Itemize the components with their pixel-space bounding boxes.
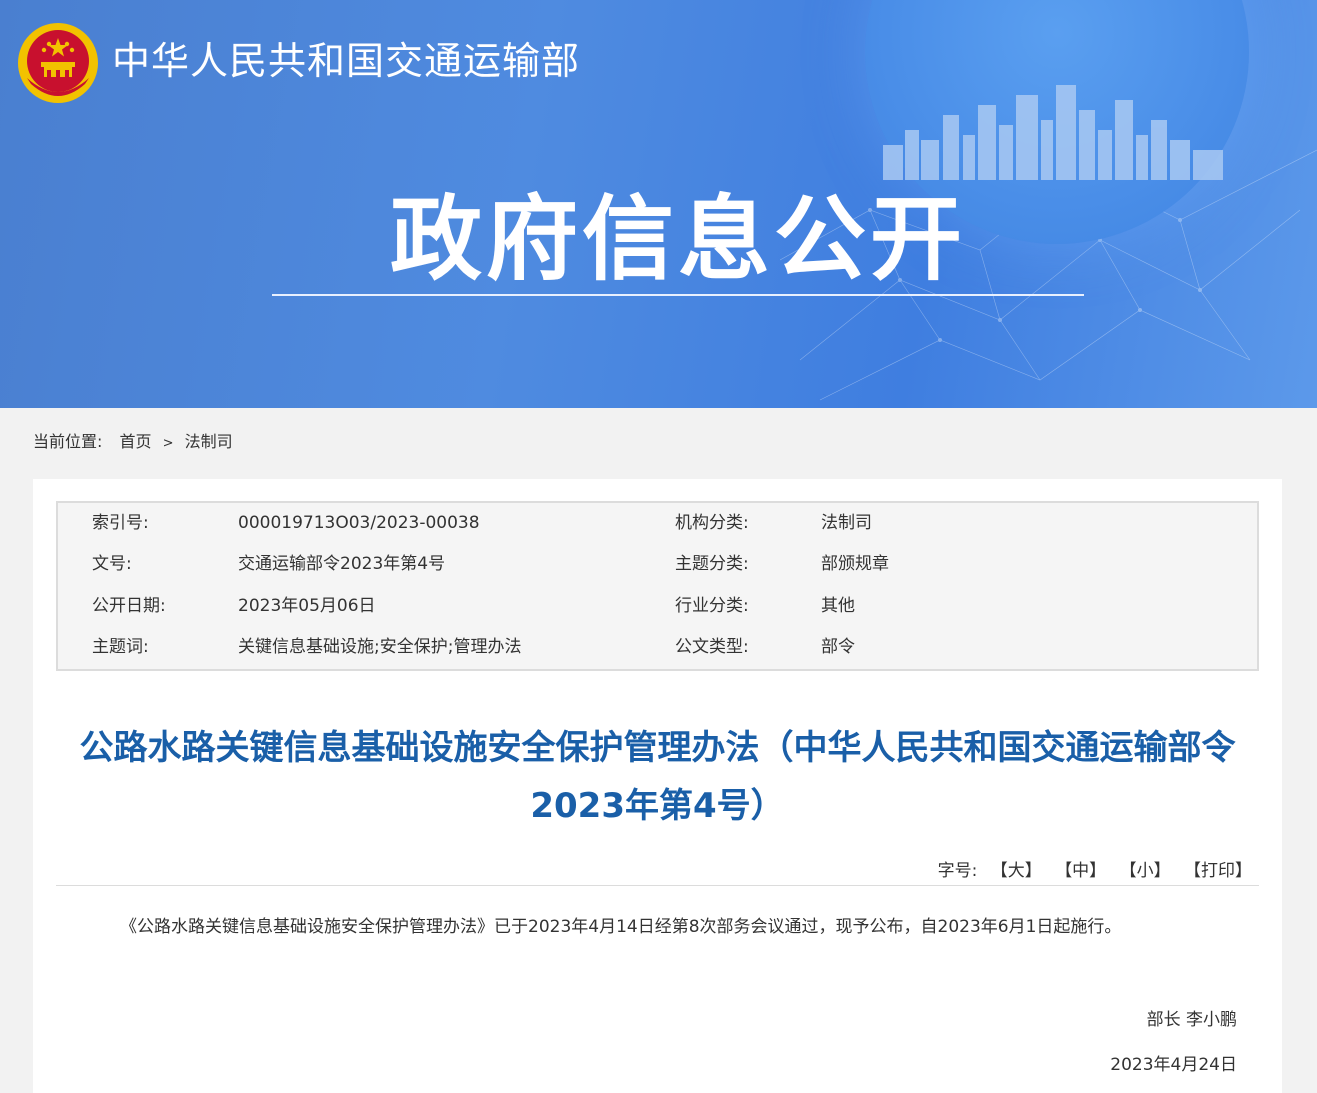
breadcrumb-current-link[interactable]: 法制司	[185, 432, 233, 451]
font-medium-button[interactable]: 【中】	[1055, 861, 1106, 881]
header-banner: 中华人民共和国交通运输部 政府信息公开	[0, 0, 1317, 408]
industry-category-label: 行业分类:	[675, 596, 749, 616]
breadcrumb-home-link[interactable]: 首页	[120, 432, 152, 451]
font-size-toolbar: 字号: 【大】 【中】 【小】 【打印】	[938, 856, 1252, 881]
document-card: 索引号: 000019713O03/2023-00038 机构分类: 法制司 文…	[33, 479, 1282, 1093]
banner-underline	[272, 294, 1084, 296]
metadata-row: 文号: 交通运输部令2023年第4号 主题分类: 部颁规章	[58, 544, 1257, 585]
index-number-value: 000019713O03/2023-00038	[238, 513, 480, 533]
index-number-label: 索引号:	[92, 513, 149, 533]
metadata-row: 索引号: 000019713O03/2023-00038 机构分类: 法制司	[58, 503, 1257, 544]
document-sign-date: 2023年4月24日	[1110, 1055, 1237, 1075]
breadcrumb-label: 当前位置:	[33, 432, 103, 451]
document-signer: 部长 李小鹏	[1146, 1010, 1237, 1030]
divider	[56, 885, 1259, 886]
breadcrumb-separator: >	[162, 436, 174, 451]
document-type-value: 部令	[821, 637, 855, 657]
font-large-button[interactable]: 【大】	[991, 861, 1042, 881]
document-number-value: 交通运输部令2023年第4号	[238, 554, 446, 574]
document-title: 公路水路关键信息基础设施安全保护管理办法（中华人民共和国交通运输部令2023年第…	[79, 728, 1236, 826]
banner-title: 政府信息公开	[389, 186, 966, 293]
ministry-name: 中华人民共和国交通运输部	[112, 39, 581, 83]
publish-date-value: 2023年05月06日	[238, 596, 376, 616]
metadata-row: 公开日期: 2023年05月06日 行业分类: 其他	[58, 586, 1257, 627]
font-size-label: 字号:	[937, 861, 978, 881]
city-skyline-icon	[883, 85, 1223, 180]
organization-value: 法制司	[821, 513, 872, 533]
national-emblem-icon	[18, 23, 98, 103]
topic-category-value: 部颁规章	[821, 554, 889, 574]
metadata-row: 主题词: 关键信息基础设施;安全保护;管理办法 公文类型: 部令	[58, 627, 1257, 668]
document-body: 《公路水路关键信息基础设施安全保护管理办法》已于2023年4月14日经第8次部务…	[120, 917, 1122, 937]
topic-category-label: 主题分类:	[675, 554, 749, 574]
document-number-label: 文号:	[92, 554, 132, 574]
publish-date-label: 公开日期:	[92, 596, 166, 616]
keywords-label: 主题词:	[92, 637, 149, 657]
print-button[interactable]: 【打印】	[1184, 861, 1252, 881]
keywords-value: 关键信息基础设施;安全保护;管理办法	[238, 637, 522, 657]
breadcrumb: 当前位置: 首页 > 法制司	[33, 430, 233, 456]
font-small-button[interactable]: 【小】	[1120, 861, 1171, 881]
document-type-label: 公文类型:	[675, 637, 749, 657]
industry-category-value: 其他	[821, 596, 855, 616]
organization-label: 机构分类:	[675, 513, 749, 533]
metadata-table: 索引号: 000019713O03/2023-00038 机构分类: 法制司 文…	[56, 501, 1259, 671]
